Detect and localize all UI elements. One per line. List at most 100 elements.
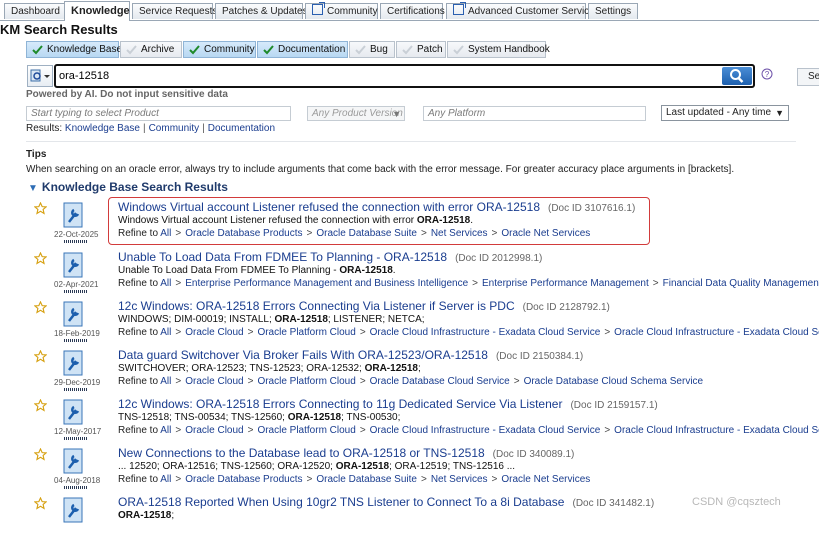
section-heading[interactable]: ▼ Knowledge Base Search Results [28,180,228,194]
star-icon[interactable] [34,350,47,363]
filter-patch[interactable]: Patch [396,41,446,58]
star-icon[interactable] [34,252,47,265]
result-title-link[interactable]: Data guard Switchover Via Broker Fails W… [118,348,488,362]
snippet-text: ; [417,363,421,374]
tips-heading: Tips [26,149,47,160]
refine-breadcrumb: Refine to All > Enterprise Performance Man… [118,278,819,289]
results-link-knowledge-base[interactable]: Knowledge Base [65,123,140,134]
results-link-community[interactable]: Community [149,123,200,134]
filter-label: Bug [370,44,388,55]
snippet-match: ORA-12518 [335,461,390,472]
refine-link[interactable]: Oracle Platform Cloud [257,327,355,338]
refine-link[interactable]: Oracle Cloud [185,376,243,387]
result-title-link[interactable]: New Connections to the Database lead to … [118,446,485,460]
refine-link[interactable]: Oracle Cloud [185,425,243,436]
refine-link[interactable]: Financial Data Quality Management [663,278,819,289]
result-snippet: ORA-12518; [118,510,174,521]
star-icon[interactable] [34,497,47,510]
snippet-text: TNS-12518; TNS-00534; TNS-12560; [118,412,288,423]
result-title-link[interactable]: Unable To Load Data From FDMEE To Planni… [118,250,447,264]
refine-link[interactable]: Oracle Platform Cloud [257,425,355,436]
breadcrumb-separator: > [604,425,611,436]
refine-link[interactable]: Net Services [431,474,488,485]
refine-link[interactable]: All [160,425,171,436]
document-wrench-icon [63,301,83,327]
chevron-down-icon: ▼ [392,109,401,119]
breadcrumb-separator: > [491,474,498,485]
refine-link[interactable]: Enterprise Performance Management [482,278,649,289]
star-icon[interactable] [34,448,47,461]
tab-patches-updates[interactable]: Patches & Updates [215,3,308,19]
result-item: 12-May-2017 12c Windows: ORA-12518 Errors… [26,397,819,446]
divider [26,141,796,142]
snippet-match: ORA-12518 [339,265,393,276]
star-icon[interactable] [34,202,47,215]
filter-knowledge-base[interactable]: Knowledge Base [26,41,122,58]
breadcrumb-separator: > [175,376,182,387]
refine-link[interactable]: Oracle Cloud Infrastructure - Exadata Cl… [370,327,601,338]
result-title: Data guard Switchover Via Broker Fails W… [118,348,583,362]
breadcrumb-separator: > [306,474,313,485]
snippet-text: SWITCHOVER; ORA-12523; TNS-12523; ORA-12… [118,363,365,374]
result-title-link[interactable]: 12c Windows: ORA-12518 Errors Connecting… [118,299,515,313]
refine-link[interactable]: All [160,327,171,338]
rating-bars [64,388,88,391]
filter-system-handbook[interactable]: System Handbook [447,41,550,58]
check-icon [189,45,200,55]
help-icon[interactable]: ? [761,68,773,80]
search-box [54,64,755,88]
search-options-button[interactable]: Sea [797,68,819,86]
doc-id: (Doc ID 2159157.1) [570,400,658,411]
filter-label: Patch [417,44,443,55]
tab-service-requests[interactable]: Service Requests [132,3,217,19]
refine-link[interactable]: Oracle Database Products [185,474,302,485]
results-label: Results: [26,123,63,134]
refine-link[interactable]: Oracle Cloud Infrastructure - Exadata Cl… [614,327,819,338]
collapse-triangle-icon: ▼ [28,183,38,194]
refine-link[interactable]: Oracle Database Cloud Service [370,376,510,387]
platform-input[interactable]: Any Platform [423,106,646,121]
refine-link[interactable]: Oracle Database Suite [316,474,417,485]
breadcrumb-separator: > [359,327,366,338]
filter-bug[interactable]: Bug [349,41,395,58]
refine-link[interactable]: Oracle Cloud Infrastructure - Exadata Cl… [614,425,819,436]
refine-link[interactable]: All [160,278,171,289]
refine-link[interactable]: Enterprise Performance Management and Bu… [185,278,468,289]
filter-label: Archive [141,44,175,55]
version-placeholder: Any Product Version [312,108,403,119]
results-link-documentation[interactable]: Documentation [208,123,275,134]
refine-link[interactable]: Oracle Cloud [185,327,243,338]
filter-archive[interactable]: Archive [120,41,182,58]
refine-link[interactable]: All [160,376,171,387]
refine-link[interactable]: Oracle Platform Cloud [257,376,355,387]
filter-community[interactable]: Community [183,41,256,58]
product-version-select[interactable]: Any Product Version ▼ [307,106,405,121]
refine-link[interactable]: Oracle Database Cloud Schema Service [524,376,704,387]
star-icon[interactable] [34,301,47,314]
search-input[interactable] [59,68,719,84]
tab-settings[interactable]: Settings [588,3,638,19]
tab-knowledge[interactable]: Knowledge [64,1,130,21]
result-item: 02-Apr-2021 Unable To Load Data From FDME… [26,250,819,299]
refine-link[interactable]: All [160,474,171,485]
refine-link[interactable]: Oracle Cloud Infrastructure - Exadata Cl… [370,425,601,436]
result-title-link[interactable]: ORA-12518 Reported When Using 10gr2 TNS … [118,495,564,509]
result-title: Unable To Load Data From FDMEE To Planni… [118,250,542,264]
tab-advanced-customer-services[interactable]: Advanced Customer Services [446,2,600,19]
refine-link[interactable]: Oracle Net Services [501,474,590,485]
breadcrumb-separator: > [359,425,366,436]
last-updated-select[interactable]: Last updated - Any time ▼ [661,105,789,121]
breadcrumb-separator: > [247,425,254,436]
search-scope-dropdown[interactable] [27,65,53,87]
snippet-match: ORA-12518 [274,314,328,325]
product-input[interactable]: Start typing to select Product [26,106,291,121]
star-icon[interactable] [34,399,47,412]
tab-dashboard[interactable]: Dashboard [4,3,65,19]
search-button[interactable] [722,67,752,85]
filter-documentation[interactable]: Documentation [257,41,348,58]
result-item: 18-Feb-2019 12c Windows: ORA-12518 Errors… [26,299,819,348]
result-snippet: WINDOWS; DIM-00019; INSTALL; ORA-12518; … [118,314,425,325]
tab-community[interactable]: Community [305,2,378,19]
tab-certifications[interactable]: Certifications [380,3,445,19]
result-title-link[interactable]: 12c Windows: ORA-12518 Errors Connecting… [118,397,562,411]
